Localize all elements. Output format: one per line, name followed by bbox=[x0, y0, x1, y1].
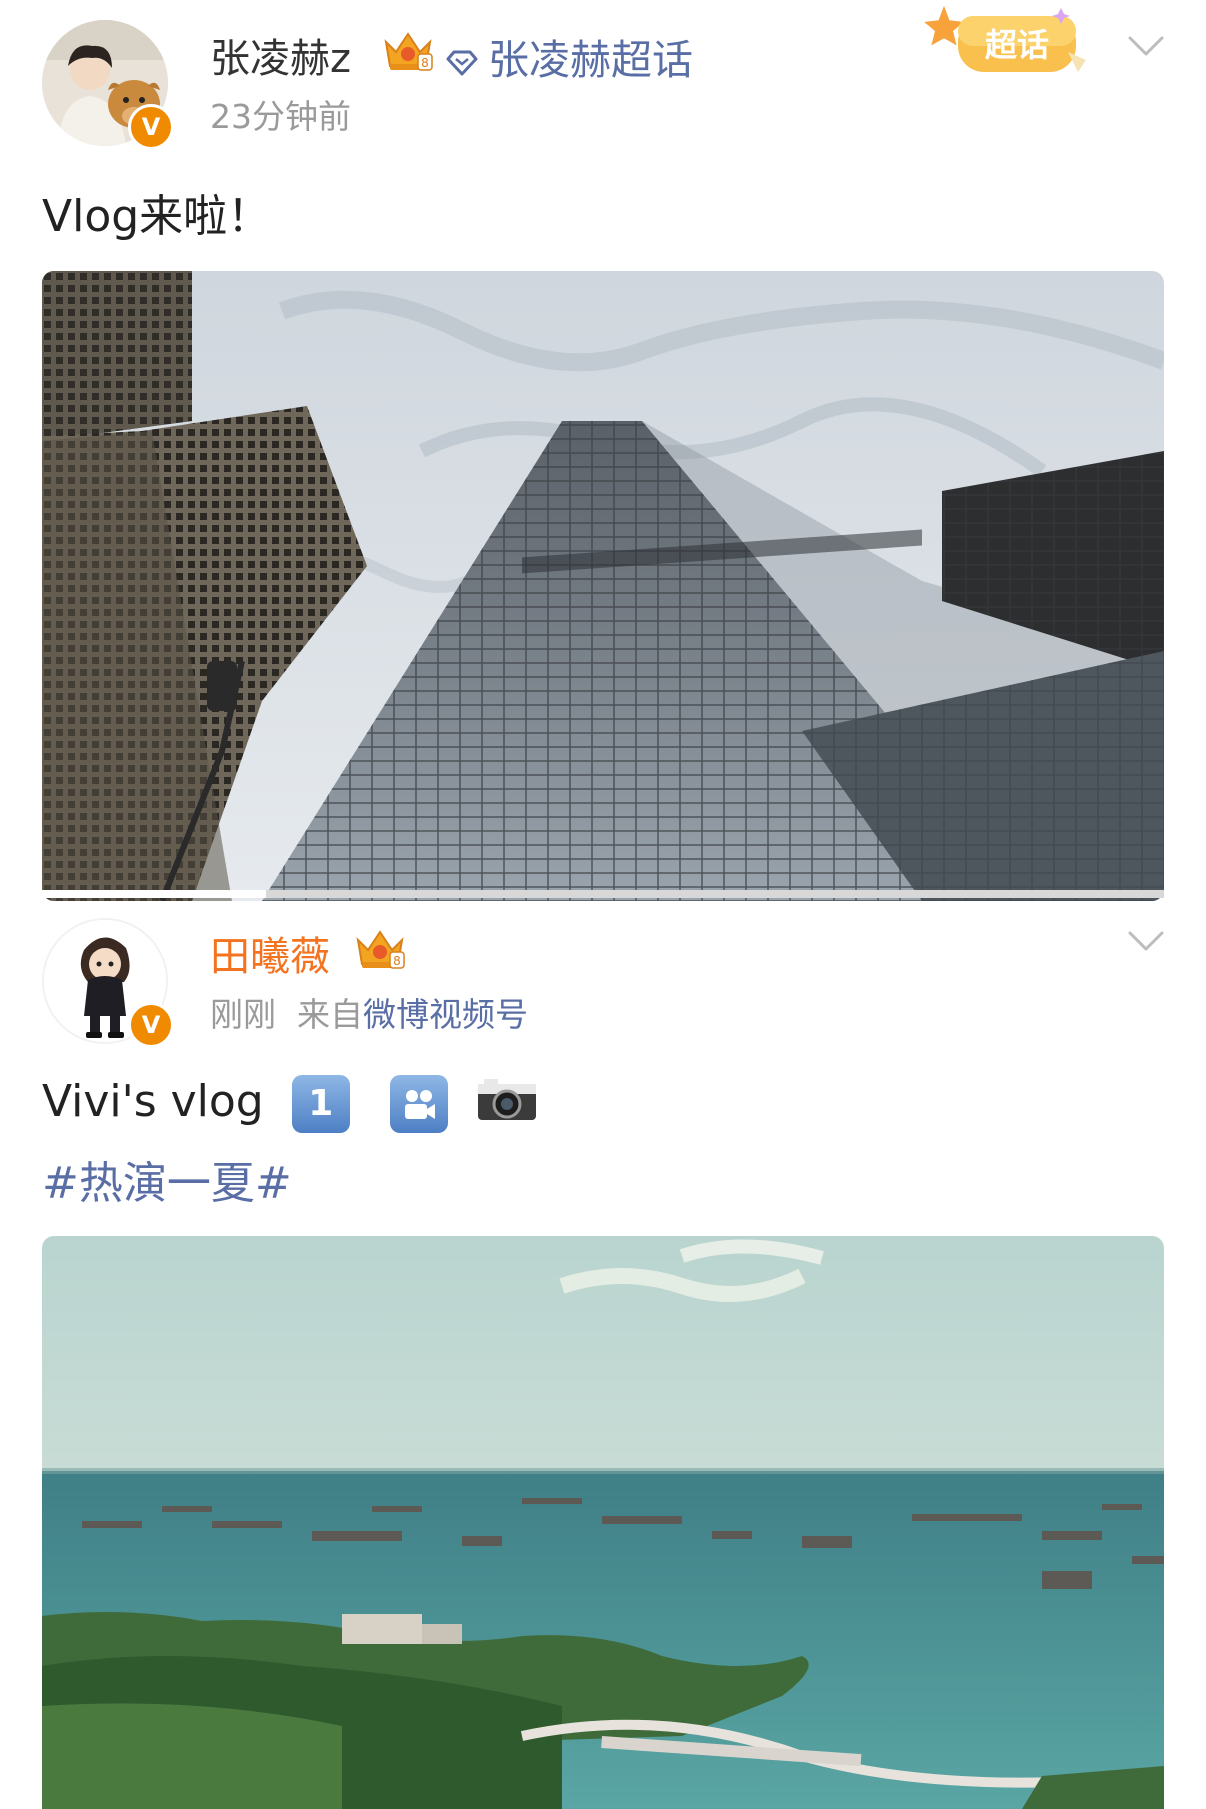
author-username[interactable]: 张凌赫z bbox=[210, 26, 351, 84]
video-thumbnail[interactable] bbox=[42, 271, 1164, 901]
camera-icon bbox=[476, 1076, 538, 1133]
keycap-number-emoji: 1 bbox=[291, 1075, 350, 1133]
post-text-content: Vivi's vlog bbox=[42, 1076, 264, 1127]
supertopic-link[interactable]: 张凌赫超话 bbox=[446, 26, 693, 86]
diamond-topic-icon bbox=[446, 50, 478, 76]
feed-post-1: V 张凌赫z 8 张凌赫超话 超话 23分钟前 Vlog来啦！ bbox=[0, 0, 1206, 905]
video-progress-bar bbox=[42, 890, 1164, 898]
vip-crown-icon: 8 bbox=[356, 930, 405, 969]
svg-text:8: 8 bbox=[421, 56, 429, 70]
verified-v-icon: V bbox=[128, 104, 174, 150]
chevron-down-icon[interactable] bbox=[1126, 32, 1166, 60]
chevron-down-icon[interactable] bbox=[1126, 927, 1166, 955]
hashtag-link[interactable]: #热演一夏# bbox=[42, 1147, 292, 1211]
verified-v-icon: V bbox=[128, 1002, 174, 1048]
feed-post-2: V 田曦薇 8 刚刚 来自微博视频号 Vivi's vlog 1 #热演一夏# bbox=[0, 905, 1206, 1809]
video-thumbnail[interactable] bbox=[42, 1236, 1164, 1809]
video-camera-icon bbox=[389, 1075, 448, 1133]
author-username[interactable]: 田曦薇 bbox=[210, 924, 330, 982]
supertopic-name: 张凌赫超话 bbox=[488, 36, 693, 84]
supertopic-badge-label: 超话 bbox=[985, 26, 1049, 64]
post-source-link[interactable]: 微博视频号 bbox=[363, 995, 528, 1034]
svg-text:8: 8 bbox=[393, 954, 401, 968]
supertopic-badge[interactable]: 超话 bbox=[918, 2, 1106, 88]
post-meta: 刚刚 来自微博视频号 bbox=[210, 988, 528, 1036]
post-text[interactable]: Vivi's vlog 1 bbox=[42, 1075, 538, 1133]
post-text[interactable]: Vlog来啦！ bbox=[42, 180, 271, 244]
post-timestamp: 刚刚 bbox=[210, 995, 276, 1034]
vip-crown-icon: 8 bbox=[384, 32, 433, 71]
video-progress-fill bbox=[42, 890, 267, 898]
post-timestamp: 23分钟前 bbox=[210, 97, 351, 136]
source-prefix: 来自 bbox=[296, 995, 363, 1034]
